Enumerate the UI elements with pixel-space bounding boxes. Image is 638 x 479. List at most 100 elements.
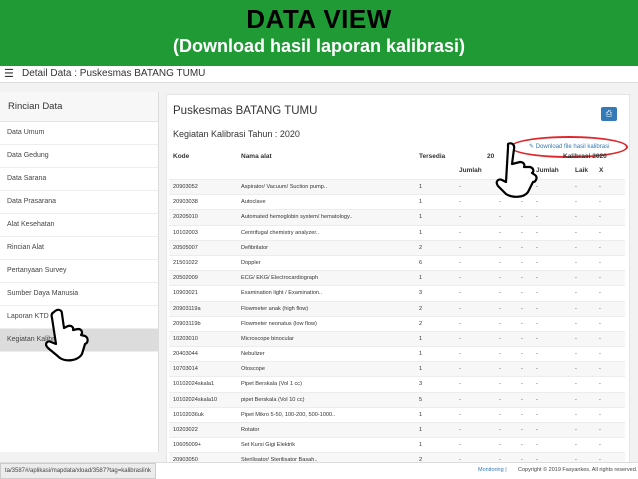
- table-cell: 1: [419, 335, 423, 342]
- pointing-hand-icon: [495, 142, 538, 198]
- print-button[interactable]: ⎙: [601, 107, 617, 121]
- monitoring-label: Monitoring: [478, 467, 504, 473]
- table-cell: -: [459, 442, 461, 449]
- table-cell: -: [459, 244, 461, 251]
- monitoring-link[interactable]: Monitoring |: [478, 467, 507, 473]
- table-cell: -: [575, 184, 577, 190]
- table-row: 20903038 Autoclave 1 - - - - - -: [169, 194, 625, 209]
- table-cell: -: [575, 335, 577, 342]
- table-cell: Autoclave: [241, 199, 266, 206]
- sidebar-item-alat-kesehatan[interactable]: Alat Kesehatan: [0, 214, 158, 237]
- sidebar: Rincian Data Data Umum Data Gedung Data …: [0, 92, 159, 452]
- table-cell: 6: [419, 259, 423, 266]
- table-cell: Automated hemoglobin system/ hematology.…: [241, 214, 353, 221]
- table-cell: 20505007: [173, 244, 198, 251]
- calibration-table: 20903052 Aspirator/ Vacuum/ Suction pump.…: [169, 179, 625, 463]
- table-cell: -: [599, 305, 601, 312]
- pointing-hand-icon: [45, 308, 89, 362]
- col-laik: Laik: [575, 167, 589, 174]
- table-cell: 1: [419, 214, 423, 221]
- table-cell: -: [575, 290, 577, 297]
- table-cell: -: [536, 199, 538, 206]
- footer: ta/3587#/aplikasi/mapdata/xload/3587?tag…: [0, 462, 638, 479]
- table-cell: -: [536, 411, 538, 418]
- table-cell: Set Kursi Gigi Elektrik: [241, 442, 296, 449]
- table-cell: -: [459, 366, 461, 373]
- table-cell: -: [459, 351, 461, 358]
- table-row: 20903052 Aspirator/ Vacuum/ Suction pump.…: [169, 179, 625, 195]
- table-cell: -: [459, 259, 461, 266]
- table-cell: -: [536, 275, 538, 282]
- col-kalibrasi: Kalibrasi 2020: [563, 153, 607, 160]
- table-cell: -: [521, 229, 523, 236]
- table-cell: 3: [419, 290, 423, 297]
- table-cell: -: [599, 427, 601, 433]
- table-row: 20403044 Nebulizer 1 - - - - - -: [169, 346, 625, 361]
- table-row: 10203022 Rotator 1 - - - - - -: [169, 422, 625, 438]
- sidebar-item-sdm[interactable]: Sumber Daya Manusia: [0, 283, 158, 306]
- table-cell: -: [575, 199, 577, 206]
- table-cell: -: [599, 351, 601, 358]
- table-row: 20502009 ECG/ EKG/ Electrocardiograph 1 - - -…: [169, 270, 625, 286]
- table-cell: -: [536, 214, 538, 221]
- table-cell: -: [599, 229, 601, 236]
- table-cell: -: [599, 214, 601, 221]
- col-tersedia: Tersedia: [419, 153, 446, 160]
- sidebar-item-rincian-alat[interactable]: Rincian Alat: [0, 237, 158, 260]
- table-cell: 10102024skala10: [173, 396, 218, 403]
- table-row: 10703014 Otoscope 1 - - - - - -: [169, 361, 625, 377]
- table-row: 10102003 Centrifugal chemistry analyzer..…: [169, 224, 625, 240]
- sidebar-item-data-umum[interactable]: Data Umum: [0, 122, 158, 145]
- table-cell: -: [521, 351, 523, 358]
- table-cell: -: [459, 320, 461, 327]
- table-cell: 20903052: [173, 184, 198, 190]
- app-screen: ☰ Detail Data : Puskesmas BATANG TUMU Ri…: [0, 66, 638, 479]
- table-row: 20205010 Automated hemoglobin system/ hem…: [169, 209, 625, 225]
- table-cell: -: [499, 396, 501, 403]
- sidebar-item-data-prasarana[interactable]: Data Prasarana: [0, 191, 158, 214]
- footer-separator: |: [505, 467, 507, 473]
- table-cell: -: [459, 411, 461, 418]
- table-cell: 10903021: [173, 290, 198, 297]
- table-row: 20903119a Flowmeter anak (high flow) 2 - - - -…: [169, 300, 625, 316]
- table-cell: Nebulizer: [241, 351, 265, 358]
- table-cell: -: [499, 381, 501, 388]
- table-cell: Pipet Mikro 5-50, 100-200, 500-1000..: [241, 411, 336, 418]
- table-cell: -: [459, 229, 461, 236]
- table-cell: -: [536, 290, 538, 297]
- table-cell: -: [521, 335, 523, 342]
- table-cell: Centrifugal chemistry analyzer..: [241, 229, 320, 236]
- table-cell: -: [599, 442, 601, 449]
- sidebar-item-pertanyaan-survey[interactable]: Pertanyaan Survey: [0, 260, 158, 283]
- table-cell: 1: [419, 366, 423, 373]
- table-cell: -: [575, 244, 577, 251]
- table-cell: -: [599, 366, 601, 373]
- copyright-text: Copyright © 2019 Fasyankes. All rights r…: [518, 467, 638, 473]
- table-cell: -: [499, 411, 501, 418]
- table-cell: 1: [419, 184, 423, 190]
- table-cell: -: [521, 199, 523, 206]
- table-cell: -: [521, 427, 523, 433]
- table-cell: -: [459, 214, 461, 221]
- table-cell: -: [459, 427, 461, 433]
- table-cell: 20403044: [173, 351, 198, 358]
- table-cell: -: [575, 259, 577, 266]
- hamburger-icon[interactable]: ☰: [4, 67, 14, 80]
- table-cell: -: [536, 244, 538, 251]
- table-row: 10102024skala1 Pipet Berskala (Vol 1 cc) 3…: [169, 376, 625, 391]
- table-cell: -: [499, 320, 501, 327]
- table-cell: 1: [419, 442, 423, 449]
- table-cell: 1: [419, 229, 423, 236]
- col-kode: Kode: [173, 153, 190, 160]
- table-cell: 2: [419, 305, 423, 312]
- table-cell: 10203010: [173, 335, 198, 342]
- sidebar-item-data-sarana[interactable]: Data Sarana: [0, 168, 158, 191]
- table-cell: -: [575, 366, 577, 373]
- table-cell: -: [459, 381, 461, 388]
- table-cell: -: [536, 305, 538, 312]
- table-cell: -: [459, 290, 461, 297]
- table-cell: -: [521, 259, 523, 266]
- table-cell: -: [521, 396, 523, 403]
- sidebar-item-data-gedung[interactable]: Data Gedung: [0, 145, 158, 168]
- table-cell: -: [575, 351, 577, 358]
